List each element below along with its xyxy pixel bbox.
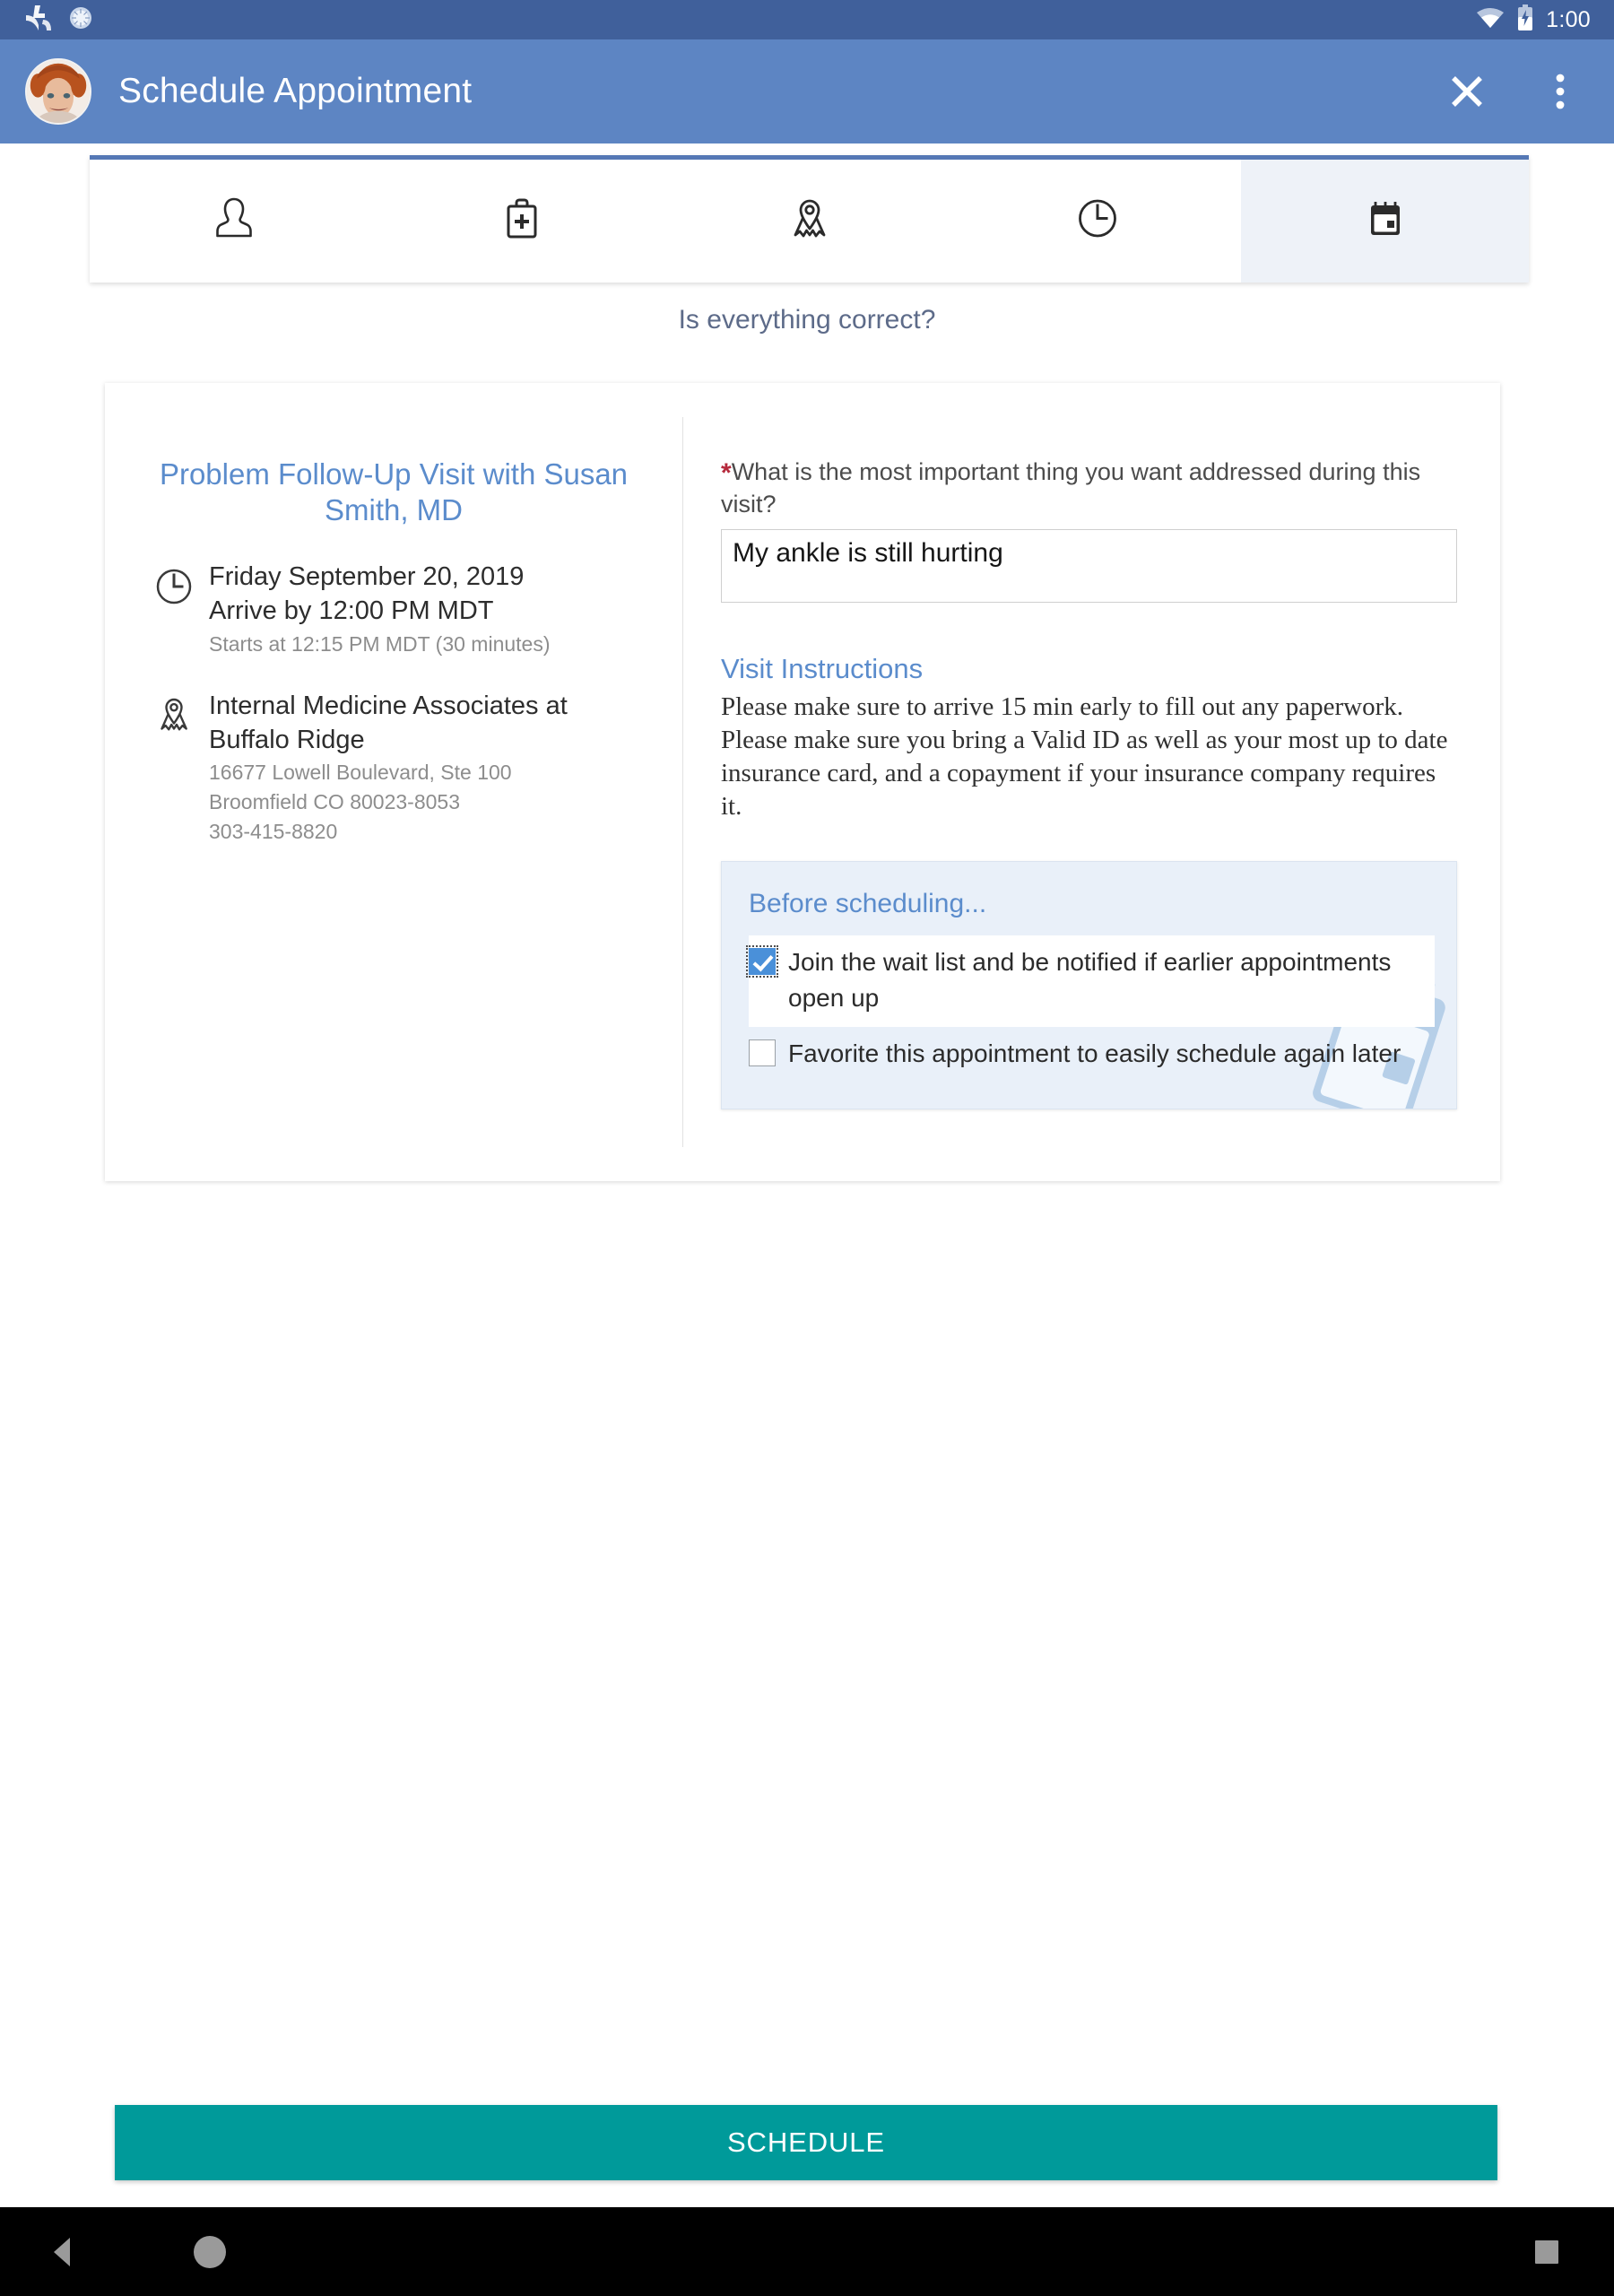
recents-square-icon[interactable] — [1532, 2237, 1562, 2267]
favorite-option-label: Favorite this appointment to easily sche… — [788, 1039, 1401, 1067]
reason-question-label: *What is the most important thing you wa… — [721, 457, 1457, 520]
android-nav-bar — [0, 2207, 1614, 2296]
department-phone: 303-415-8820 — [209, 819, 338, 843]
appointment-when-body: Friday September 20, 2019 Arrive by 12:0… — [209, 560, 648, 657]
before-scheduling-panel: Before scheduling... Join the wait list … — [721, 861, 1457, 1110]
appointment-where-body: Internal Medicine Associates at Buffalo … — [209, 689, 648, 846]
department-city-state-zip: Broomfield CO 80023-8053 — [209, 789, 460, 813]
reason-for-visit-input[interactable] — [721, 528, 1457, 603]
appointment-review-card: Problem Follow-Up Visit with Susan Smith… — [105, 383, 1500, 1181]
battery-charging-icon — [1517, 4, 1533, 36]
wizard-tab-strip — [90, 155, 1529, 283]
appointment-when-row: Friday September 20, 2019 Arrive by 12:0… — [139, 560, 648, 657]
before-scheduling-heading: Before scheduling... — [749, 889, 987, 919]
clock-icon — [139, 560, 209, 657]
visit-instructions-body: Please make sure to arrive 15 min early … — [721, 691, 1448, 821]
appointment-arrive-time: Arrive by 12:00 PM MDT — [209, 596, 494, 626]
wifi-icon — [1476, 6, 1505, 34]
tab-time[interactable] — [953, 160, 1241, 283]
tab-review[interactable] — [1241, 160, 1529, 283]
status-bar: 1:00 — [0, 0, 1614, 39]
person-icon — [208, 193, 260, 249]
status-bar-left-icons — [23, 3, 93, 38]
back-triangle-icon[interactable] — [47, 2234, 77, 2270]
close-icon[interactable] — [1442, 66, 1492, 117]
tab-patient[interactable] — [90, 160, 377, 283]
appointment-start-time: Starts at 12:15 PM MDT (30 minutes) — [209, 631, 551, 656]
required-marker: * — [721, 458, 732, 488]
waitlist-option-row[interactable]: Join the wait list and be notified if ea… — [746, 935, 1435, 1027]
favorite-option-row[interactable]: Favorite this appointment to easily sche… — [749, 1027, 1435, 1083]
home-circle-icon[interactable] — [190, 2232, 230, 2272]
map-pin-icon — [784, 193, 836, 249]
calendar-icon — [1359, 193, 1411, 249]
waitlist-checkbox[interactable] — [746, 945, 778, 978]
wizard-subtitle: Is everything correct? — [678, 305, 936, 335]
medical-bag-icon — [496, 193, 548, 249]
appointment-details-column: *What is the most important thing you wa… — [683, 417, 1500, 1147]
page-title: Schedule Appointment — [118, 72, 473, 110]
reason-question-text: What is the most important thing you wan… — [721, 458, 1421, 518]
clock-icon — [1072, 193, 1124, 249]
sunburst-icon — [68, 5, 93, 35]
department-street: 16677 Lowell Boulevard, Ste 100 — [209, 761, 512, 785]
app-bar-actions — [1442, 66, 1585, 117]
visit-instructions-heading: Visit Instructions — [721, 652, 924, 684]
favorite-checkbox[interactable] — [749, 1039, 776, 1066]
tab-location[interactable] — [665, 160, 953, 283]
department-name: Internal Medicine Associates at Buffalo … — [209, 691, 568, 754]
status-bar-right-icons: 1:00 — [1476, 4, 1591, 36]
status-bar-clock: 1:00 — [1546, 6, 1591, 32]
map-pin-icon — [139, 689, 209, 846]
more-options-icon[interactable] — [1535, 66, 1585, 117]
appointment-title: Problem Follow-Up Visit with Susan Smith… — [159, 457, 629, 526]
schedule-button[interactable]: SCHEDULE — [115, 2105, 1497, 2180]
avatar[interactable] — [25, 58, 91, 125]
appointment-date: Friday September 20, 2019 — [209, 562, 525, 592]
mychart-logo-icon — [23, 3, 54, 38]
waitlist-option-label: Join the wait list and be notified if ea… — [788, 948, 1392, 1012]
appointment-where-row: Internal Medicine Associates at Buffalo … — [139, 689, 648, 846]
appointment-summary-column: Problem Follow-Up Visit with Susan Smith… — [105, 417, 683, 1147]
app-bar: Schedule Appointment — [0, 39, 1614, 144]
tab-visit-type[interactable] — [377, 160, 665, 283]
